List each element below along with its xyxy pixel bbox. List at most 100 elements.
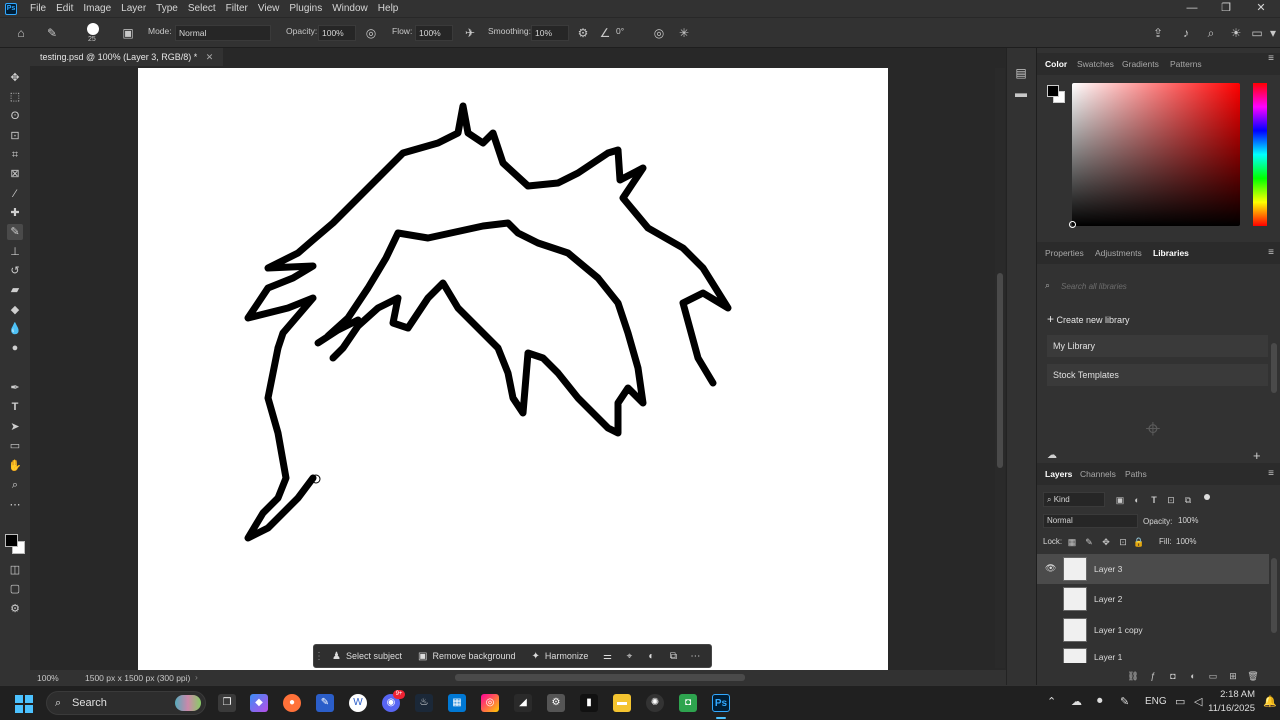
color-picker-marker[interactable] <box>1069 221 1076 228</box>
healing-brush-tool-icon[interactable]: ✚ <box>7 205 23 221</box>
tab-swatches[interactable]: Swatches <box>1077 53 1114 75</box>
rectangle-tool-icon[interactable]: ▭ <box>7 438 23 454</box>
mask-icon[interactable]: ◐ <box>640 651 662 662</box>
photoshop-taskbar-icon[interactable]: Ps <box>712 694 730 712</box>
edit-toolbar-icon[interactable]: ⚙ <box>7 601 23 617</box>
frame-tool-icon[interactable]: ⊠ <box>7 166 23 182</box>
menu-plugins[interactable]: Plugins <box>284 0 327 17</box>
angle-value[interactable]: 0° <box>616 26 624 36</box>
lock-transparent-icon[interactable]: ▦ <box>1066 535 1078 549</box>
transform-icon[interactable]: ⌖ <box>618 651 640 662</box>
paint-bucket-tool-icon[interactable]: ◆ <box>7 302 23 318</box>
layer-opacity-field[interactable]: 100% <box>1178 514 1214 528</box>
pressure-size-icon[interactable]: ◎ <box>652 26 666 40</box>
copilot-icon[interactable]: ◆ <box>250 694 268 712</box>
workspace-icon[interactable]: ▭ <box>1250 26 1264 40</box>
visibility-eye-icon[interactable]: 👁 <box>1045 563 1056 573</box>
tray-chevron-icon[interactable]: ⌃ <box>1047 695 1056 708</box>
lock-artboard-icon[interactable]: ⊡ <box>1117 535 1129 549</box>
library-my-library[interactable]: My Library <box>1047 335 1268 357</box>
brush-tool-icon[interactable]: ✎ <box>7 224 23 240</box>
menu-type[interactable]: Type <box>151 0 183 17</box>
hue-slider[interactable] <box>1253 83 1267 226</box>
gear-icon[interactable]: ⚙ <box>576 26 590 40</box>
libraries-scrollbar[interactable] <box>1271 343 1277 393</box>
filter-toggle-icon[interactable] <box>1204 494 1210 500</box>
remove-background-button[interactable]: ▣ Remove background <box>410 645 524 667</box>
workspace-menu-icon[interactable]: ▾ <box>1266 26 1280 40</box>
zoom-tool-icon[interactable]: ⌕ <box>7 477 23 493</box>
zoom-level[interactable]: 100% <box>37 673 59 683</box>
task-view-icon[interactable]: ❐ <box>218 694 236 712</box>
microsoft-store-icon[interactable]: ▦ <box>448 694 466 712</box>
search-icon[interactable]: ⌕ <box>1204 26 1218 40</box>
notification-bell-icon[interactable]: 🔔 <box>1263 695 1277 708</box>
app-icon[interactable]: ◢ <box>514 694 532 712</box>
more-options-icon[interactable]: ⋯ <box>684 651 706 662</box>
layer-row-partial[interactable]: Layer 1 <box>1037 645 1269 663</box>
tab-color[interactable]: Color <box>1045 53 1067 75</box>
select-subject-button[interactable]: ♟ Select subject <box>324 645 410 667</box>
delete-layer-icon[interactable]: 🗑 <box>1247 669 1259 683</box>
tab-gradients[interactable]: Gradients <box>1122 53 1159 75</box>
blur-tool-icon[interactable]: 💧 <box>7 321 23 337</box>
windows-start-icon[interactable] <box>15 695 33 713</box>
filter-type-icon[interactable]: T <box>1148 493 1160 507</box>
language-indicator[interactable]: ENG <box>1145 696 1167 707</box>
close-window-button[interactable]: ✕ <box>1244 0 1278 17</box>
history-icon[interactable]: ▤ <box>1014 66 1028 80</box>
lock-image-icon[interactable]: ✎ <box>1083 535 1095 549</box>
menu-view[interactable]: View <box>253 0 285 17</box>
layer-row[interactable]: Layer 2 <box>1037 584 1269 614</box>
mode-select[interactable]: Normal <box>175 25 271 41</box>
maximize-button[interactable]: ❐ <box>1209 0 1243 17</box>
layer-row[interactable]: Layer 1 copy <box>1037 615 1269 645</box>
opacity-field[interactable]: 100% <box>318 25 356 41</box>
layer-filter-select[interactable]: ⌕ Kind <box>1043 492 1105 507</box>
game-app-icon[interactable]: ◘ <box>679 694 697 712</box>
blend-mode-select[interactable]: Normal <box>1043 514 1138 528</box>
eyedropper-tool-icon[interactable]: ⁄ <box>7 186 23 202</box>
symmetry-icon[interactable]: ✳ <box>677 26 691 40</box>
menu-edit[interactable]: Edit <box>51 0 78 17</box>
airbrush-icon[interactable]: ✈ <box>462 26 478 40</box>
settings-icon[interactable]: ⚙ <box>547 694 565 712</box>
menu-file[interactable]: File <box>25 0 51 17</box>
drag-handle-icon[interactable]: ⋮ <box>314 651 324 662</box>
file-explorer-icon[interactable]: ▬ <box>613 694 631 712</box>
eraser-tool-icon[interactable]: ▰ <box>7 282 23 298</box>
harmonize-button[interactable]: ✦ Harmonize <box>524 645 597 667</box>
marquee-tool-icon[interactable]: ⬚ <box>7 89 23 105</box>
taskbar-search-box[interactable]: ⌕ Search <box>46 691 206 715</box>
home-icon[interactable]: ⌂ <box>13 26 29 40</box>
layer-row[interactable]: 👁 Layer 3 <box>1037 554 1269 584</box>
close-tab-icon[interactable]: ✕ <box>206 52 214 62</box>
tab-layers[interactable]: Layers <box>1045 463 1072 485</box>
smoothing-field[interactable]: 10% <box>531 25 569 41</box>
tab-properties[interactable]: Properties <box>1045 242 1084 264</box>
new-layer-icon[interactable]: ⊞ <box>1227 669 1239 683</box>
color-field[interactable] <box>1069 83 1240 228</box>
object-select-tool-icon[interactable]: ⊡ <box>7 128 23 144</box>
tab-channels[interactable]: Channels <box>1080 463 1116 485</box>
tab-adjustments[interactable]: Adjustments <box>1095 242 1142 264</box>
tab-paths[interactable]: Paths <box>1125 463 1147 485</box>
pen-tray-icon[interactable]: ✎ <box>1120 695 1129 708</box>
lock-all-icon[interactable]: 🔒 <box>1133 535 1145 549</box>
menu-filter[interactable]: Filter <box>221 0 253 17</box>
new-group-icon[interactable]: ▭ <box>1207 669 1219 683</box>
quick-mask-icon[interactable]: ◫ <box>7 562 23 578</box>
clock-time[interactable]: 2:18 AM <box>1211 689 1255 700</box>
stamp-tool-icon[interactable]: ⊥ <box>7 244 23 260</box>
filter-adjustment-icon[interactable]: ◐ <box>1131 493 1143 507</box>
lock-position-icon[interactable]: ✥ <box>1100 535 1112 549</box>
vertical-scroll-thumb[interactable] <box>997 273 1003 468</box>
foreground-color-swatch[interactable] <box>5 534 18 547</box>
menu-layer[interactable]: Layer <box>116 0 151 17</box>
add-library-icon[interactable]: + <box>1253 448 1261 463</box>
filter-smart-object-icon[interactable]: ⧉ <box>1182 493 1194 507</box>
brush-preset-icon[interactable]: ✎ <box>44 26 60 40</box>
path-select-tool-icon[interactable]: ➤ <box>7 419 23 435</box>
library-stock-templates[interactable]: Stock Templates <box>1047 364 1268 386</box>
brush-settings-icon[interactable]: ▣ <box>120 26 136 40</box>
